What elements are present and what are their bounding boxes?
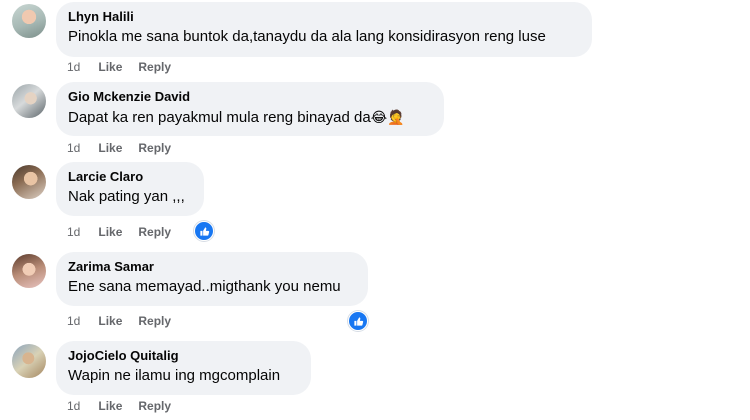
comment-actions: 1d Like Reply [67,398,171,414]
comment-actions: 1d Like Reply [67,224,171,240]
comment-text-body: Dapat ka ren payakmul mula reng binayad … [68,109,371,126]
comment-timestamp[interactable]: 1d [67,399,80,413]
like-button[interactable]: Like [98,399,122,413]
comment-bubble: Zarima Samar Ene sana memayad..migthank … [56,252,368,306]
comment-actions: 1d Like Reply [67,140,171,156]
comment-bubble: Gio Mckenzie David Dapat ka ren payakmul… [56,82,444,136]
thumbs-up-icon [353,316,363,326]
comment-text: Pinokla me sana buntok da,tanaydu da ala… [68,28,546,45]
like-button[interactable]: Like [98,225,122,239]
comment-timestamp[interactable]: 1d [67,60,80,74]
avatar[interactable] [12,165,46,199]
comment-text: Dapat ka ren payakmul mula reng binayad … [68,107,432,128]
like-button[interactable]: Like [98,141,122,155]
comment-author[interactable]: Gio Mckenzie David [68,89,432,105]
reply-button[interactable]: Reply [138,314,171,328]
comment-author[interactable]: Lhyn Halili [68,9,580,25]
comment-bubble: Larcie Claro Nak pating yan ,,, [56,162,204,216]
emoji-icon: 😂🤦 [370,109,405,125]
like-button[interactable]: Like [98,60,122,74]
thumbs-up-icon [199,226,209,236]
comment-bubble: JojoCielo Quitalig Wapin ne ilamu ing mg… [56,341,311,395]
avatar[interactable] [12,254,46,288]
reply-button[interactable]: Reply [138,141,171,155]
comment-timestamp[interactable]: 1d [67,225,80,239]
comment-text: Wapin ne ilamu ing mgcomplain [68,367,281,384]
reply-button[interactable]: Reply [138,399,171,413]
like-reaction-icon[interactable] [348,311,368,331]
avatar[interactable] [12,344,46,378]
comment-text: Ene sana memayad..migthank you nemu [68,278,341,295]
reply-button[interactable]: Reply [138,225,171,239]
comment-text: Nak pating yan ,,, [68,188,185,205]
comment-author[interactable]: Zarima Samar [68,259,356,275]
avatar[interactable] [12,4,46,38]
like-reaction-icon[interactable] [194,221,214,241]
comment-bubble: Lhyn Halili Pinokla me sana buntok da,ta… [56,2,592,57]
comment-timestamp[interactable]: 1d [67,314,80,328]
comment-author[interactable]: Larcie Claro [68,169,192,185]
avatar[interactable] [12,84,46,118]
reply-button[interactable]: Reply [138,60,171,74]
comment-actions: 1d Like Reply [67,59,171,75]
comment-timestamp[interactable]: 1d [67,141,80,155]
like-button[interactable]: Like [98,314,122,328]
comment-author[interactable]: JojoCielo Quitalig [68,348,299,364]
comment-actions: 1d Like Reply [67,313,171,329]
